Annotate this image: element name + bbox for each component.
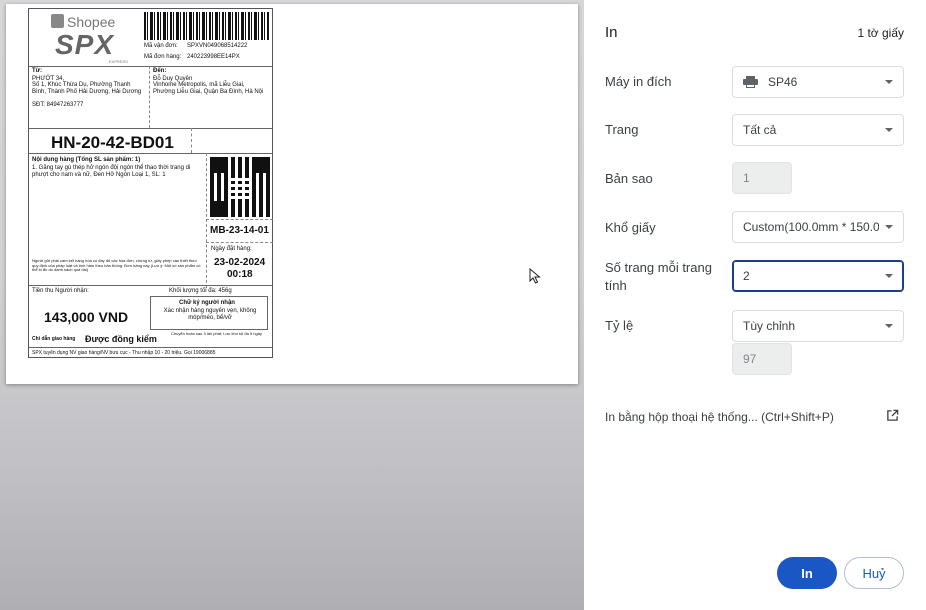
cancel-button[interactable]: Huỷ <box>844 557 904 589</box>
return-note: Chuyển hoàn sau 3 lần phát; Lưu kho tối … <box>171 331 262 336</box>
scale-custom-value: 97 <box>743 352 757 366</box>
pages-per-sheet-value: 2 <box>743 269 750 283</box>
sheet-count: 1 tờ giấy <box>857 26 904 40</box>
order-label: Mã đơn hàng: <box>144 54 182 60</box>
pages-per-sheet-select[interactable]: 2 <box>732 260 904 292</box>
paper-size-select[interactable]: Custom(100.0mm * 150.0mm) <box>732 211 904 243</box>
preview-page: Shopee SPX EXPRESS Mã vận đơn: SPXVN0490… <box>6 4 578 384</box>
from-phone: SĐT: 84947263777 <box>32 102 84 108</box>
copies-value: 1 <box>743 171 750 185</box>
copies-label: Bản sao <box>605 171 653 186</box>
copies-input[interactable]: 1 <box>732 162 792 194</box>
from-address: Số 1, Khúc Thừa Dụ, Phường Thanh Bình, T… <box>32 82 142 95</box>
open-external-icon[interactable] <box>886 409 899 422</box>
signature-title: Chữ ký người nhận <box>179 300 235 306</box>
disclaimer: Người gửi phải cam kết hàng hóa có đầy đ… <box>32 258 201 273</box>
scale-select[interactable]: Tùy chỉnh <box>732 310 904 342</box>
tracking-barcode <box>144 12 269 40</box>
order-time: 00:18 <box>227 269 253 280</box>
shopee-brand: Shopee <box>67 14 116 30</box>
from-label: Từ: <box>32 68 43 74</box>
tracking-value: SPXVN049068514222 <box>187 43 248 49</box>
route-code: HN-20-42-BD01 <box>51 133 174 152</box>
print-button[interactable]: In <box>777 557 837 589</box>
print-settings-panel: In 1 tờ giấy Máy in đích SP46 Trang Tất … <box>584 0 926 610</box>
label-footer: SPX tuyển dụng NV giao hàng/NV bưu cục -… <box>32 350 216 356</box>
scale-custom-input[interactable]: 97 <box>732 343 792 375</box>
tracking-label: Mã vận đơn: <box>144 43 178 49</box>
paper-size-label: Khổ giấy <box>605 220 656 235</box>
contents-title: Nội dung hàng (Tổng SL sản phẩm: 1) <box>32 157 141 163</box>
shopee-bag-icon <box>51 14 64 28</box>
scale-value: Tùy chỉnh <box>743 319 796 333</box>
printer-icon <box>743 76 758 88</box>
pages-label: Trang <box>605 122 639 137</box>
destination-label: Máy in đích <box>605 74 672 89</box>
pages-per-sheet-label-line1: Số trang mỗi trang <box>605 260 712 275</box>
to-address: Vinhome Metropolis, mã Liễu Giai, Phường… <box>153 82 264 95</box>
spx-logo-sub: EXPRESS <box>109 59 128 64</box>
spx-logo: SPX <box>55 29 115 60</box>
order-value: 240223998EE14PX <box>187 54 240 60</box>
print-preview-area: Shopee SPX EXPRESS Mã vận đơn: SPXVN0490… <box>0 0 584 610</box>
scale-label: Tỷ lệ <box>605 318 634 333</box>
qr-code <box>210 157 270 217</box>
cod-label: Tiền thu Người nhận: <box>32 288 89 294</box>
pages-value: Tất cả <box>743 123 777 137</box>
mouse-pointer-icon <box>529 268 541 284</box>
contents-item: 1. Găng tay gù thép hở ngón đội ngón thể… <box>32 165 191 178</box>
delivery-note-value: Được đồng kiểm <box>85 334 157 344</box>
chevron-down-icon <box>885 80 893 84</box>
destination-select[interactable]: SP46 <box>732 66 904 98</box>
chevron-down-icon <box>885 128 893 132</box>
dialog-title: In <box>605 24 618 41</box>
chevron-down-icon <box>885 274 893 278</box>
weight: Khối lượng tối đa: 456g <box>169 288 232 294</box>
delivery-note-label: Chỉ dẫn giao hàng <box>32 336 76 342</box>
order-date: 23-02-2024 <box>214 257 266 268</box>
paper-size-value: Custom(100.0mm * 150.0mm) <box>743 220 879 234</box>
chevron-down-icon <box>885 225 893 229</box>
signature-box: Chữ ký người nhận Xác nhận hàng nguyên v… <box>150 296 268 330</box>
shipping-label: Shopee SPX EXPRESS Mã vận đơn: SPXVN0490… <box>28 8 273 358</box>
pages-per-sheet-label-line2: tính <box>605 278 627 293</box>
cod-amount: 143,000 VND <box>44 309 129 325</box>
pages-select[interactable]: Tất cả <box>732 114 904 146</box>
system-dialog-link[interactable]: In bằng hộp thoại hệ thống... (Ctrl+Shif… <box>605 408 834 426</box>
destination-value: SP46 <box>768 75 798 89</box>
sort-code: MB-23-14-01 <box>210 225 269 236</box>
chevron-down-icon <box>885 324 893 328</box>
signature-note: Xác nhận hàng nguyên vẹn, không móp/méo,… <box>163 308 257 321</box>
to-label: Đến: <box>153 68 167 74</box>
order-date-label: Ngày đặt hàng: <box>211 246 252 252</box>
